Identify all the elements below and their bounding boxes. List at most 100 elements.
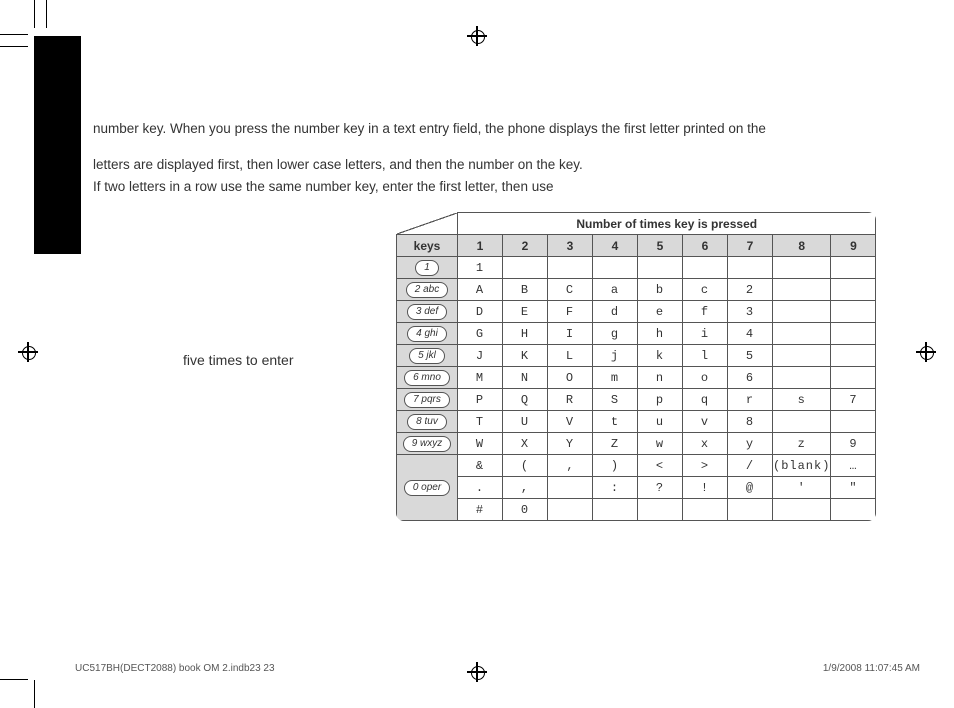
char-cell	[503, 257, 548, 279]
key-button-icon: 2 abc	[406, 282, 448, 298]
char-cell: Z	[593, 433, 638, 455]
char-cell: z	[773, 433, 831, 455]
char-cell: &	[458, 455, 503, 477]
keys-header: keys	[397, 235, 458, 257]
char-cell: t	[593, 411, 638, 433]
column-header: 6	[683, 235, 728, 257]
char-cell: O	[548, 367, 593, 389]
body-line-3: If two letters in a row use the same num…	[93, 176, 913, 198]
char-cell: ?	[638, 477, 683, 499]
char-cell: w	[638, 433, 683, 455]
char-cell: C	[548, 279, 593, 301]
char-cell: j	[593, 345, 638, 367]
registration-mark-icon	[469, 28, 485, 44]
key-cell: 2 abc	[397, 279, 458, 301]
char-cell: X	[503, 433, 548, 455]
char-cell: b	[638, 279, 683, 301]
key-cell: 4 ghi	[397, 323, 458, 345]
char-cell: i	[683, 323, 728, 345]
char-cell	[548, 257, 593, 279]
char-cell: M	[458, 367, 503, 389]
char-cell	[683, 499, 728, 521]
registration-mark-icon	[20, 344, 36, 360]
body-text: number key. When you press the number ke…	[93, 118, 913, 198]
table-title: Number of times key is pressed	[458, 213, 876, 235]
char-cell: H	[503, 323, 548, 345]
key-button-icon: 8 tuv	[407, 414, 447, 430]
char-cell: <	[638, 455, 683, 477]
char-cell: p	[638, 389, 683, 411]
char-cell	[728, 257, 773, 279]
char-cell: (blank)	[773, 455, 831, 477]
char-cell: I	[548, 323, 593, 345]
char-cell: /	[728, 455, 773, 477]
char-cell: U	[503, 411, 548, 433]
char-cell: d	[593, 301, 638, 323]
char-cell	[593, 257, 638, 279]
multitap-table: Number of times key is pressed keys 1234…	[396, 212, 876, 521]
char-cell	[773, 499, 831, 521]
char-cell: Y	[548, 433, 593, 455]
char-cell: S	[593, 389, 638, 411]
char-cell: G	[458, 323, 503, 345]
key-cell: 7 pqrs	[397, 389, 458, 411]
char-cell: c	[683, 279, 728, 301]
key-cell: 9 wxyz	[397, 433, 458, 455]
char-cell: N	[503, 367, 548, 389]
char-cell: A	[458, 279, 503, 301]
char-cell	[773, 367, 831, 389]
char-cell: 8	[728, 411, 773, 433]
key-button-icon: 4 ghi	[407, 326, 447, 342]
column-header: 5	[638, 235, 683, 257]
char-cell: 5	[728, 345, 773, 367]
char-cell	[683, 257, 728, 279]
char-cell: x	[683, 433, 728, 455]
char-cell: 0	[503, 499, 548, 521]
char-cell	[831, 257, 876, 279]
char-cell	[831, 499, 876, 521]
table-corner	[397, 213, 458, 235]
column-header: 8	[773, 235, 831, 257]
char-cell: 1	[458, 257, 503, 279]
key-button-icon: 0 oper	[404, 480, 450, 496]
char-cell: f	[683, 301, 728, 323]
char-cell: v	[683, 411, 728, 433]
key-cell: 0 oper	[397, 455, 458, 521]
char-cell: L	[548, 345, 593, 367]
char-cell: 7	[831, 389, 876, 411]
column-header: 2	[503, 235, 548, 257]
char-cell: .	[458, 477, 503, 499]
char-cell	[773, 257, 831, 279]
key-button-icon: 9 wxyz	[403, 436, 452, 452]
char-cell: e	[638, 301, 683, 323]
footer-right: 1/9/2008 11:07:45 AM	[823, 663, 920, 674]
char-cell	[831, 301, 876, 323]
key-cell: 6 mno	[397, 367, 458, 389]
key-button-icon: 3 def	[407, 304, 447, 320]
char-cell	[831, 323, 876, 345]
char-cell: r	[728, 389, 773, 411]
char-cell	[831, 367, 876, 389]
side-caption: five times to enter	[183, 352, 294, 368]
char-cell	[831, 345, 876, 367]
body-line-2: letters are displayed first, then lower …	[93, 154, 913, 176]
char-cell: Q	[503, 389, 548, 411]
column-header: 3	[548, 235, 593, 257]
char-cell: R	[548, 389, 593, 411]
column-header: 7	[728, 235, 773, 257]
char-cell: ‚	[548, 455, 593, 477]
char-cell	[773, 323, 831, 345]
key-cell: 5 jkl	[397, 345, 458, 367]
char-cell: V	[548, 411, 593, 433]
char-cell: 4	[728, 323, 773, 345]
char-cell: s	[773, 389, 831, 411]
key-button-icon: 1	[415, 260, 439, 276]
body-line-1: number key. When you press the number ke…	[93, 118, 913, 140]
char-cell: g	[593, 323, 638, 345]
char-cell: (	[503, 455, 548, 477]
char-cell: :	[593, 477, 638, 499]
char-cell	[773, 345, 831, 367]
char-cell: n	[638, 367, 683, 389]
char-cell: >	[683, 455, 728, 477]
char-cell: q	[683, 389, 728, 411]
